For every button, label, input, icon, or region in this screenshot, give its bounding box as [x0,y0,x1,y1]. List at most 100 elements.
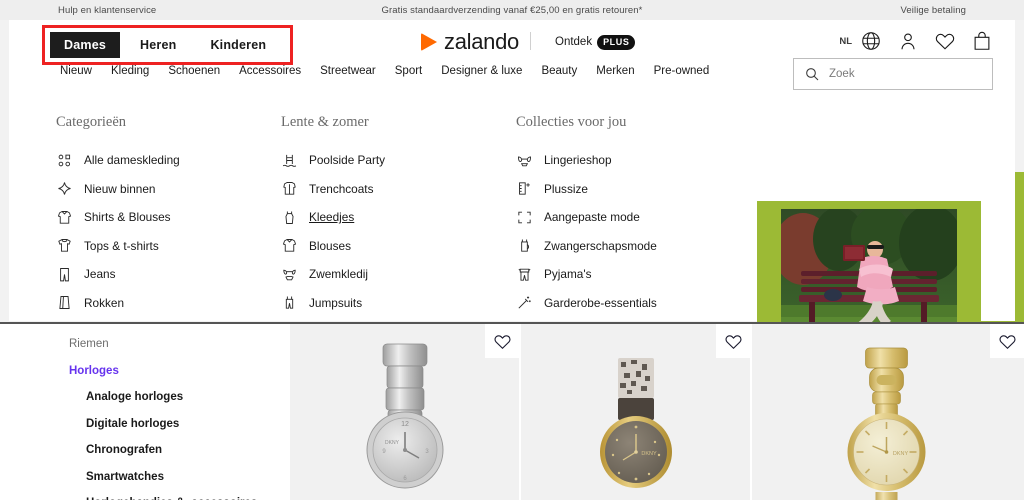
menu-item-zwangerschapsmode[interactable]: Zwangerschapsmode [516,232,657,260]
product-image-silver-watch: 12 3 6 9 DKNY [330,342,480,500]
column-title: Categorieën [56,114,127,130]
adaptive-mode-icon [516,209,533,226]
menu-item-zwemkledij[interactable]: Zwemkledij [281,260,385,288]
header-icon-cluster: NL [839,30,993,52]
product-tile[interactable]: DKNY [521,324,750,500]
megamenu-panel: Categorieën Alle dameskleding Nieuw binn… [9,94,1015,401]
product-image-gold-chain-watch: DKNY [806,342,971,500]
menu-item-jeans[interactable]: Jeans [56,260,180,288]
product-image-gold-patterned-watch: DKNY [561,342,711,500]
svg-text:12: 12 [401,421,409,428]
megamenu-column-categorieen: Categorieën Alle dameskleding Nieuw binn… [56,114,180,317]
shipping-notice: Gratis standaardverzending vanaf €25,00 … [381,4,643,16]
sidebar-item-riemen[interactable]: Riemen [69,338,290,350]
menu-item-poolside-party[interactable]: Poolside Party [281,146,385,174]
menu-item-label: Poolside Party [309,153,386,167]
menu-item-nieuw-binnen[interactable]: Nieuw binnen [56,175,180,203]
search-icon [804,66,820,82]
menu-item-blouses[interactable]: Blouses [281,232,385,260]
account-icon[interactable] [897,30,919,52]
gender-tab-heren[interactable]: Heren [126,32,190,58]
menu-item-label: Nieuw binnen [84,181,156,196]
nav-item-sport[interactable]: Sport [395,65,423,77]
menu-item-plussize[interactable]: Plussize [516,175,657,203]
nav-item-schoenen[interactable]: Schoenen [168,65,220,77]
pool-ladder-icon [281,152,298,169]
bikini-icon [281,266,298,283]
nav-item-kleding[interactable]: Kleding [111,65,149,77]
sidebar-item-chronografen[interactable]: Chronografen [69,444,290,456]
wishlist-heart-icon[interactable] [716,324,750,358]
nav-item-beauty[interactable]: Beauty [541,65,577,77]
search-box[interactable]: Zoek [793,58,993,90]
product-tile[interactable]: 12 3 6 9 DKNY [290,324,519,500]
column-title: Collecties voor jou [516,114,627,130]
menu-item-label: Pyjama's [544,267,592,281]
menu-item-label: Aangepaste mode [544,210,640,224]
menu-item-trenchcoats[interactable]: Trenchcoats [281,175,385,203]
nav-item-nieuw[interactable]: Nieuw [60,65,92,77]
gender-tab-dames[interactable]: Dames [50,32,120,58]
menu-item-jumpsuits[interactable]: Jumpsuits [281,289,385,317]
globe-icon[interactable] [860,30,882,52]
jumpsuit-icon [281,294,298,311]
secure-payment-label: Veilige betaling [900,4,966,16]
menu-item-label: Jumpsuits [309,295,363,310]
page-content: Riemen Horloges Analoge horloges Digital… [0,324,1024,500]
blouse-icon [56,209,73,226]
nav-item-designer-luxe[interactable]: Designer & luxe [441,65,522,77]
wishlist-heart-icon[interactable] [990,324,1024,358]
blouse-icon [281,237,298,254]
column-title: Lente & zomer [281,114,369,130]
wishlist-heart-icon[interactable] [934,30,956,52]
wishlist-heart-icon[interactable] [485,324,519,358]
zalando-logo[interactable]: zalando [421,29,519,55]
menu-item-tops-tshirts[interactable]: Tops & t-shirts [56,232,180,260]
menu-item-label: Trenchcoats [309,181,374,196]
shopping-bag-icon[interactable] [971,30,993,52]
menu-item-label: Jeans [84,267,116,281]
svg-text:DKNY: DKNY [893,451,909,457]
menu-item-alle-dameskleding[interactable]: Alle dameskleding [56,146,180,174]
product-tile[interactable]: DKNY [752,324,1024,500]
nav-item-pre-owned[interactable]: Pre-owned [654,65,710,77]
sparkle-icon [56,180,73,197]
tshirt-icon [56,237,73,254]
svg-text:DKNY: DKNY [385,440,400,446]
help-link[interactable]: Hulp en klantenservice [58,5,156,16]
menu-item-lingerieshop[interactable]: Lingerieshop [516,146,657,174]
plus-label: Ontdek [555,36,593,49]
gender-tabs-annotation: Dames Heren Kinderen [42,25,294,65]
sidebar-item-smartwatches[interactable]: Smartwatches [69,471,290,483]
category-sidebar: Riemen Horloges Analoge horloges Digital… [9,324,290,500]
grid-items-icon [56,152,73,169]
gender-tab-kinderen[interactable]: Kinderen [196,32,280,58]
search-input[interactable]: Zoek [829,68,855,80]
menu-item-label: Kleedjes [309,210,355,224]
menu-item-rokken[interactable]: Rokken [56,289,180,317]
menu-item-label: Garderobe-essentials [544,295,657,310]
menu-item-aangepaste-mode[interactable]: Aangepaste mode [516,203,657,231]
sidebar-item-horloges[interactable]: Horloges [69,365,290,377]
trenchcoat-icon [281,180,298,197]
menu-item-label: Rokken [84,295,124,310]
menu-item-shirts-blouses[interactable]: Shirts & Blouses [56,203,180,231]
sidebar-item-analoge-horloges[interactable]: Analoge horloges [69,391,290,403]
menu-item-pyjamas[interactable]: Pyjama's [516,260,657,288]
zalando-play-mark-icon [421,33,437,51]
nav-item-streetwear[interactable]: Streetwear [320,65,376,77]
magic-wand-icon [516,294,533,311]
menu-item-kleedjes[interactable]: Kleedjes [281,203,385,231]
zalando-plus-link[interactable]: Ontdek PLUS [555,35,636,50]
utility-topbar: Hulp en klantenservice Gratis standaardv… [0,0,1024,20]
header-secondary-row: Nieuw Kleding Schoenen Accessoires Stree… [9,58,1024,372]
nav-item-merken[interactable]: Merken [596,65,634,77]
product-grid: 12 3 6 9 DKNY DKNY DKNY [290,324,1024,500]
zalando-page: Hulp en klantenservice Gratis standaardv… [0,0,1024,500]
lingerie-icon [516,152,533,169]
menu-item-label: Lingerieshop [544,153,612,167]
main-navigation: Nieuw Kleding Schoenen Accessoires Stree… [60,65,1024,372]
nav-item-accessoires[interactable]: Accessoires [239,65,301,77]
sidebar-item-digitale-horloges[interactable]: Digitale horloges [69,418,290,430]
menu-item-garderobe-essentials[interactable]: Garderobe-essentials [516,289,657,317]
